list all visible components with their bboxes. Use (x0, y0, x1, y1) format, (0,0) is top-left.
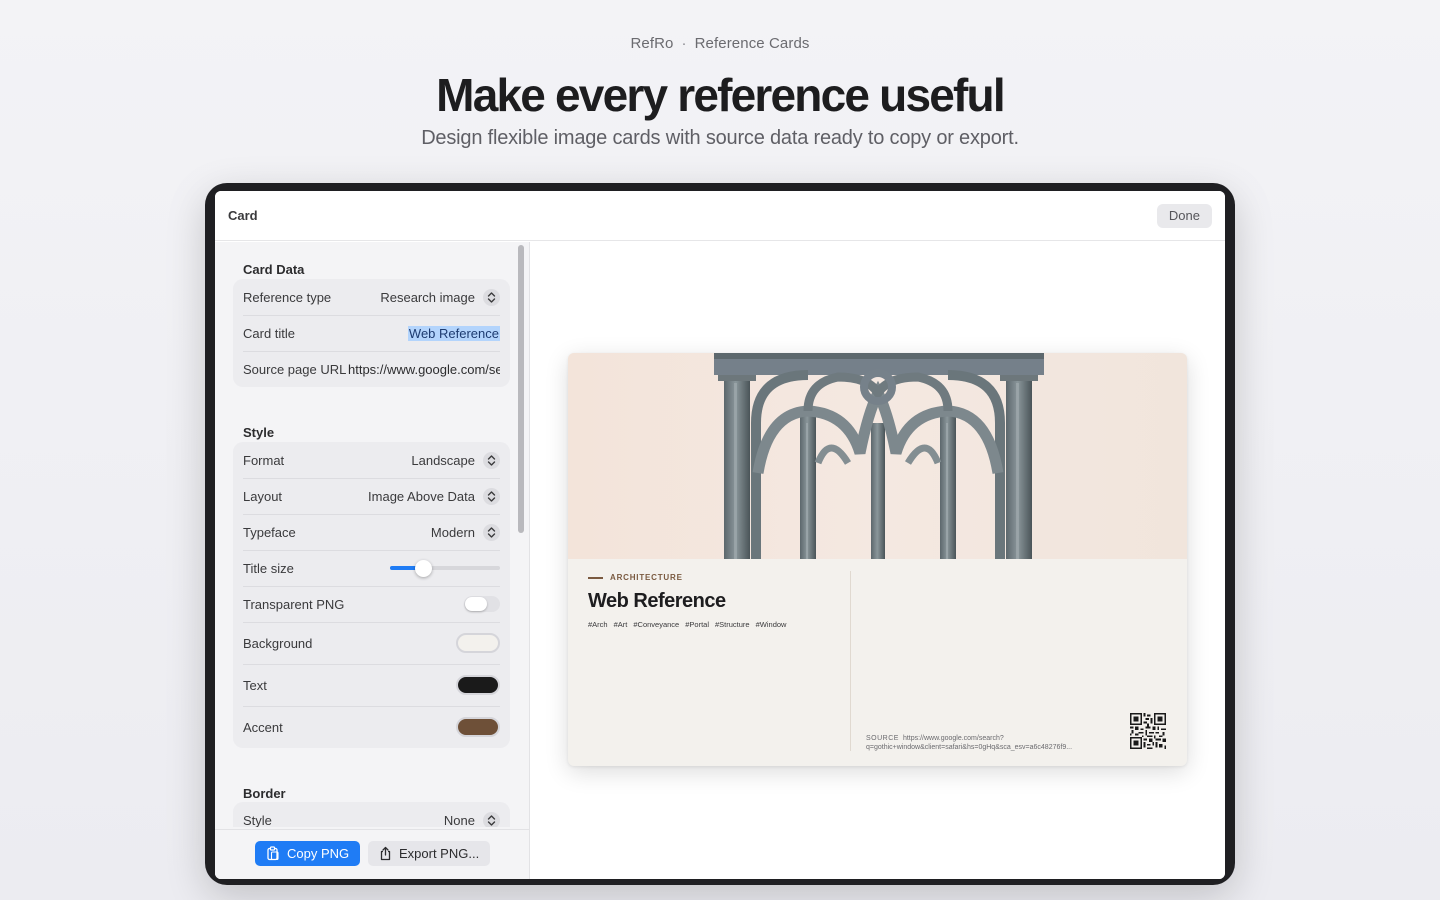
style-group: Format Landscape Layout Image Above Data (233, 442, 510, 748)
format-row[interactable]: Format Landscape (243, 442, 500, 478)
card-source: SOURCE https://www.google.com/search?q=go… (866, 735, 1121, 753)
card-category-label: ARCHITECTURE (610, 573, 683, 582)
export-png-button[interactable]: Export PNG... (368, 841, 491, 866)
settings-panel: Card Data Reference type Research image (215, 242, 530, 879)
hero-title: Make every reference useful (436, 69, 1005, 121)
qr-code-icon (1130, 713, 1166, 749)
tag: #Arch (588, 620, 608, 629)
reference-card: ARCHITECTURE Web Reference #Arch #Art #C… (568, 353, 1187, 766)
card-title-label: Card title (243, 325, 296, 341)
layout-row[interactable]: Layout Image Above Data (243, 478, 500, 514)
copy-png-label: Copy PNG (287, 846, 350, 861)
tag: #Window (755, 620, 787, 629)
chevron-up-down-icon[interactable] (483, 811, 500, 827)
card-title: Web Reference (588, 590, 726, 612)
layout-value: Image Above Data (368, 488, 475, 504)
app-name: RefRo (630, 35, 674, 52)
accent-color-label: Accent (243, 719, 283, 735)
accent-line (588, 576, 603, 579)
gothic-window-image (714, 353, 1044, 559)
device-frame: Card Done Card Data Reference type Resea… (205, 183, 1235, 885)
section-name: Reference Cards (694, 35, 810, 52)
card-image (568, 353, 1187, 559)
share-icon (380, 846, 391, 861)
export-png-label: Export PNG... (399, 846, 480, 861)
chevron-up-down-icon[interactable] (483, 451, 500, 469)
background-row: Background (243, 622, 500, 664)
action-bar: Copy PNG Export PNG... (215, 829, 529, 879)
text-color-swatch[interactable] (456, 675, 500, 695)
card-preview-area: ARCHITECTURE Web Reference #Arch #Art #C… (531, 242, 1225, 879)
section-header-card-data: Card Data (243, 262, 305, 277)
window-bar: Card Done (215, 191, 1225, 241)
border-style-row[interactable]: Style None (243, 802, 500, 827)
source-url-row[interactable]: Source page URL https://www.google.com/s… (243, 351, 500, 387)
toggle-knob (465, 597, 487, 611)
chevron-up-down-icon[interactable] (483, 487, 500, 505)
card-body: ARCHITECTURE Web Reference #Arch #Art #C… (568, 559, 1187, 766)
text-color-row: Text (243, 664, 500, 706)
card-data-group: Reference type Research image Card title… (233, 279, 510, 387)
card-category: ARCHITECTURE (588, 573, 683, 582)
format-value: Landscape (411, 452, 475, 468)
title-size-row: Title size (243, 550, 500, 586)
chevron-up-down-icon[interactable] (483, 288, 500, 306)
typeface-label: Typeface (243, 524, 296, 540)
source-url-input[interactable]: https://www.google.com/search?q=gothic+w… (348, 362, 500, 377)
title-size-slider[interactable] (390, 560, 500, 577)
source-url-label: Source page URL (243, 361, 347, 377)
card-title-input[interactable]: Web Reference (407, 325, 500, 341)
reference-type-label: Reference type (243, 289, 332, 305)
border-group: Style None (233, 802, 510, 827)
border-style-value: None (443, 812, 475, 828)
typeface-value: Modern (430, 524, 475, 540)
hero-subtitle: Design flexible image cards with source … (421, 127, 1019, 149)
clipboard-icon (267, 846, 279, 861)
section-header-style: Style (243, 425, 275, 440)
tag: #Structure (715, 620, 750, 629)
background-color-swatch[interactable] (456, 633, 500, 653)
transparent-png-row: Transparent PNG (243, 586, 500, 622)
title-size-label: Title size (243, 560, 294, 576)
tag: #Art (613, 620, 628, 629)
window-title: Card (228, 208, 258, 223)
format-label: Format (243, 452, 285, 468)
typeface-row[interactable]: Typeface Modern (243, 514, 500, 550)
reference-type-value: Research image (380, 289, 475, 305)
section-header-border: Border (243, 786, 286, 801)
card-divider (850, 571, 851, 751)
transparent-png-toggle[interactable] (464, 596, 500, 612)
chevron-up-down-icon[interactable] (483, 523, 500, 541)
card-tags: #Arch #Art #Conveyance #Portal #Structur… (588, 620, 786, 629)
reference-type-row[interactable]: Reference type Research image (243, 279, 500, 315)
accent-color-row: Accent (243, 706, 500, 748)
accent-color-swatch[interactable] (456, 717, 500, 737)
text-color-label: Text (243, 677, 267, 693)
app-screen: Card Done Card Data Reference type Resea… (215, 191, 1225, 879)
card-title-row[interactable]: Card title Web Reference (243, 315, 500, 351)
settings-scroll-area[interactable]: Card Data Reference type Research image (215, 242, 515, 827)
slider-thumb[interactable] (414, 560, 432, 577)
layout-label: Layout (243, 488, 283, 504)
hero-eyebrow: RefRo · Reference Cards (0, 35, 1440, 52)
source-label: SOURCE (866, 735, 899, 742)
tag: #Conveyance (633, 620, 680, 629)
transparent-png-label: Transparent PNG (243, 596, 345, 612)
scrollbar-thumb[interactable] (518, 245, 524, 533)
scrollbar[interactable] (516, 245, 526, 825)
copy-png-button[interactable]: Copy PNG (255, 841, 361, 866)
background-label: Background (243, 635, 313, 651)
done-button[interactable]: Done (1156, 204, 1212, 228)
tag: #Portal (685, 620, 709, 629)
border-style-label: Style (243, 812, 272, 828)
eyebrow-separator: · (681, 35, 687, 52)
